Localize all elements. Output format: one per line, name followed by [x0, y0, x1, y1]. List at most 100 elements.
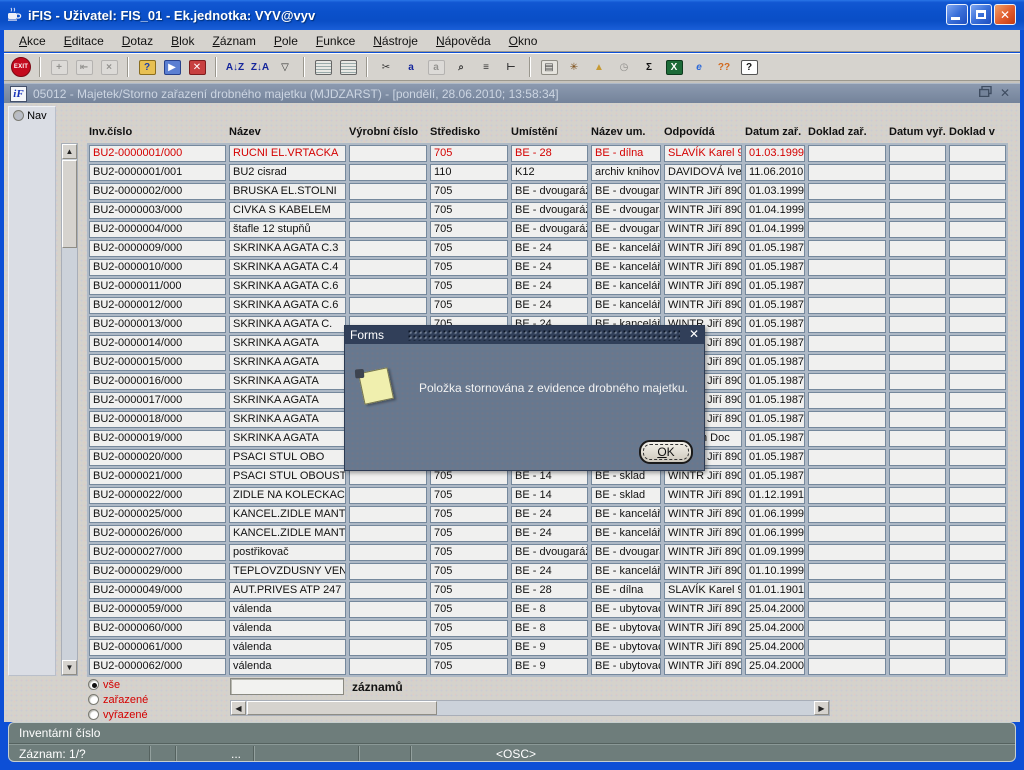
cell[interactable]: BE - dvougaráž — [511, 221, 588, 238]
list-of-values-icon[interactable]: ≡ — [475, 56, 497, 78]
menu-item-dotaz[interactable]: Dotaz — [113, 32, 162, 50]
cell[interactable] — [889, 297, 946, 314]
cell[interactable]: BU2-0000022/000 — [89, 487, 226, 504]
cell[interactable] — [949, 601, 1006, 618]
cell[interactable]: 25.04.2000 — [745, 601, 805, 618]
cell[interactable]: 01.05.1987 — [745, 278, 805, 295]
prism-icon[interactable]: ▲ — [588, 56, 610, 78]
cell[interactable] — [889, 259, 946, 276]
cell[interactable] — [889, 449, 946, 466]
clipboard-form-icon[interactable]: ▤ — [538, 56, 560, 78]
cell[interactable]: WINTR Jiří 8903 — [664, 297, 742, 314]
cell[interactable]: 01.04.1999 — [745, 221, 805, 238]
cancel-query-icon[interactable]: ✕ — [186, 56, 208, 78]
cell[interactable]: 01.03.1999 — [745, 145, 805, 162]
cell[interactable]: SKRINKA AGATA C.6 — [229, 278, 346, 295]
cell[interactable] — [349, 582, 427, 599]
cell[interactable] — [808, 525, 886, 542]
cell[interactable]: SKRINKA AGATA — [229, 354, 346, 371]
scroll-up-arrow-icon[interactable]: ▲ — [62, 144, 77, 159]
nav-radio[interactable]: Nav — [13, 110, 47, 122]
cell[interactable]: 705 — [430, 601, 508, 618]
print-icon[interactable] — [312, 56, 334, 78]
dialog-close-icon[interactable]: ✕ — [689, 327, 699, 341]
cell[interactable] — [808, 430, 886, 447]
filter-option-zarazene[interactable]: zařazené — [88, 692, 148, 707]
cell[interactable]: WINTR Jiří 8903 — [664, 620, 742, 637]
cell[interactable]: válenda — [229, 601, 346, 618]
cell[interactable] — [808, 658, 886, 675]
cell[interactable]: BE - ubytovac — [591, 658, 661, 675]
cell[interactable] — [949, 354, 1006, 371]
cell[interactable]: BE - 24 — [511, 259, 588, 276]
cell[interactable]: BE - dvougaráž — [511, 183, 588, 200]
cell[interactable]: BU2-0000061/000 — [89, 639, 226, 656]
copy-icon[interactable]: a — [400, 56, 422, 78]
cell[interactable] — [349, 563, 427, 580]
cell[interactable] — [889, 221, 946, 238]
cell[interactable] — [808, 354, 886, 371]
cell[interactable] — [349, 145, 427, 162]
cell[interactable]: WINTR Jiří 8903 — [664, 183, 742, 200]
menu-item-akce[interactable]: Akce — [10, 32, 55, 50]
cell[interactable]: postřikovač — [229, 544, 346, 561]
help-icon[interactable]: ? — [738, 56, 760, 78]
cell[interactable] — [949, 316, 1006, 333]
cell[interactable] — [889, 487, 946, 504]
cell[interactable]: BU2-0000018/000 — [89, 411, 226, 428]
print-copies-icon[interactable] — [337, 56, 359, 78]
cell[interactable]: BU2-0000013/000 — [89, 316, 226, 333]
cell[interactable]: 705 — [430, 506, 508, 523]
cell[interactable] — [349, 601, 427, 618]
cell[interactable] — [349, 525, 427, 542]
cell[interactable]: 01.05.1987 — [745, 335, 805, 352]
cell[interactable]: WINTR Jiří 8903 — [664, 563, 742, 580]
cell[interactable] — [808, 563, 886, 580]
cell[interactable]: 01.05.1987 — [745, 354, 805, 371]
cell[interactable]: BE - dvougaráž — [511, 202, 588, 219]
cell[interactable]: BE - dvougará — [591, 183, 661, 200]
cell[interactable] — [808, 183, 886, 200]
cell[interactable] — [949, 639, 1006, 656]
cell[interactable]: DAVIDOVÁ Ivet — [664, 164, 742, 181]
cell[interactable]: 01.03.1999 — [745, 183, 805, 200]
cell[interactable] — [949, 202, 1006, 219]
cell[interactable]: 01.05.1987 — [745, 411, 805, 428]
cell[interactable] — [808, 582, 886, 599]
cell[interactable]: SKRINKA AGATA C.4 — [229, 259, 346, 276]
menu-item-funkce[interactable]: Funkce — [307, 32, 364, 50]
cell[interactable]: 01.05.1987 — [745, 430, 805, 447]
cell[interactable]: BE - kancelář — [591, 525, 661, 542]
cell[interactable] — [808, 278, 886, 295]
cell[interactable]: BU2-0000002/000 — [89, 183, 226, 200]
menu-item-okno[interactable]: Okno — [500, 32, 547, 50]
cell[interactable]: BE - kancelář — [591, 563, 661, 580]
tree-view-icon[interactable]: ⊢ — [500, 56, 522, 78]
cut-icon[interactable]: ✂ — [375, 56, 397, 78]
cell[interactable]: 705 — [430, 221, 508, 238]
cell[interactable]: SLAVÍK Karel 9 — [664, 145, 742, 162]
cell[interactable]: 11.06.2010 — [745, 164, 805, 181]
cell[interactable] — [349, 658, 427, 675]
cell[interactable] — [889, 373, 946, 390]
cell[interactable] — [808, 316, 886, 333]
scroll-right-arrow-icon[interactable]: ▶ — [814, 701, 829, 715]
cell[interactable]: PSACI STUL OBO — [229, 449, 346, 466]
cell[interactable]: BE - dílna — [591, 145, 661, 162]
horizontal-scroll-thumb[interactable] — [247, 701, 437, 715]
cell[interactable]: KANCEL.ZIDLE MANTO — [229, 525, 346, 542]
maximize-button[interactable] — [970, 4, 992, 25]
cell[interactable] — [808, 240, 886, 257]
cell[interactable]: BU2-0000001/000 — [89, 145, 226, 162]
cell[interactable] — [889, 202, 946, 219]
cell[interactable]: BE - kancelář — [591, 278, 661, 295]
cell[interactable]: BU2-0000026/000 — [89, 525, 226, 542]
cell[interactable]: BU2-0000011/000 — [89, 278, 226, 295]
cell[interactable] — [808, 373, 886, 390]
cell[interactable]: BE - kancelář — [591, 506, 661, 523]
cell[interactable]: BU2-0000012/000 — [89, 297, 226, 314]
cell[interactable]: PSACI STUL OBOUSTR — [229, 468, 346, 485]
cell[interactable] — [349, 278, 427, 295]
cell[interactable]: archiv knihovn — [591, 164, 661, 181]
cell[interactable]: BE - 8 — [511, 601, 588, 618]
